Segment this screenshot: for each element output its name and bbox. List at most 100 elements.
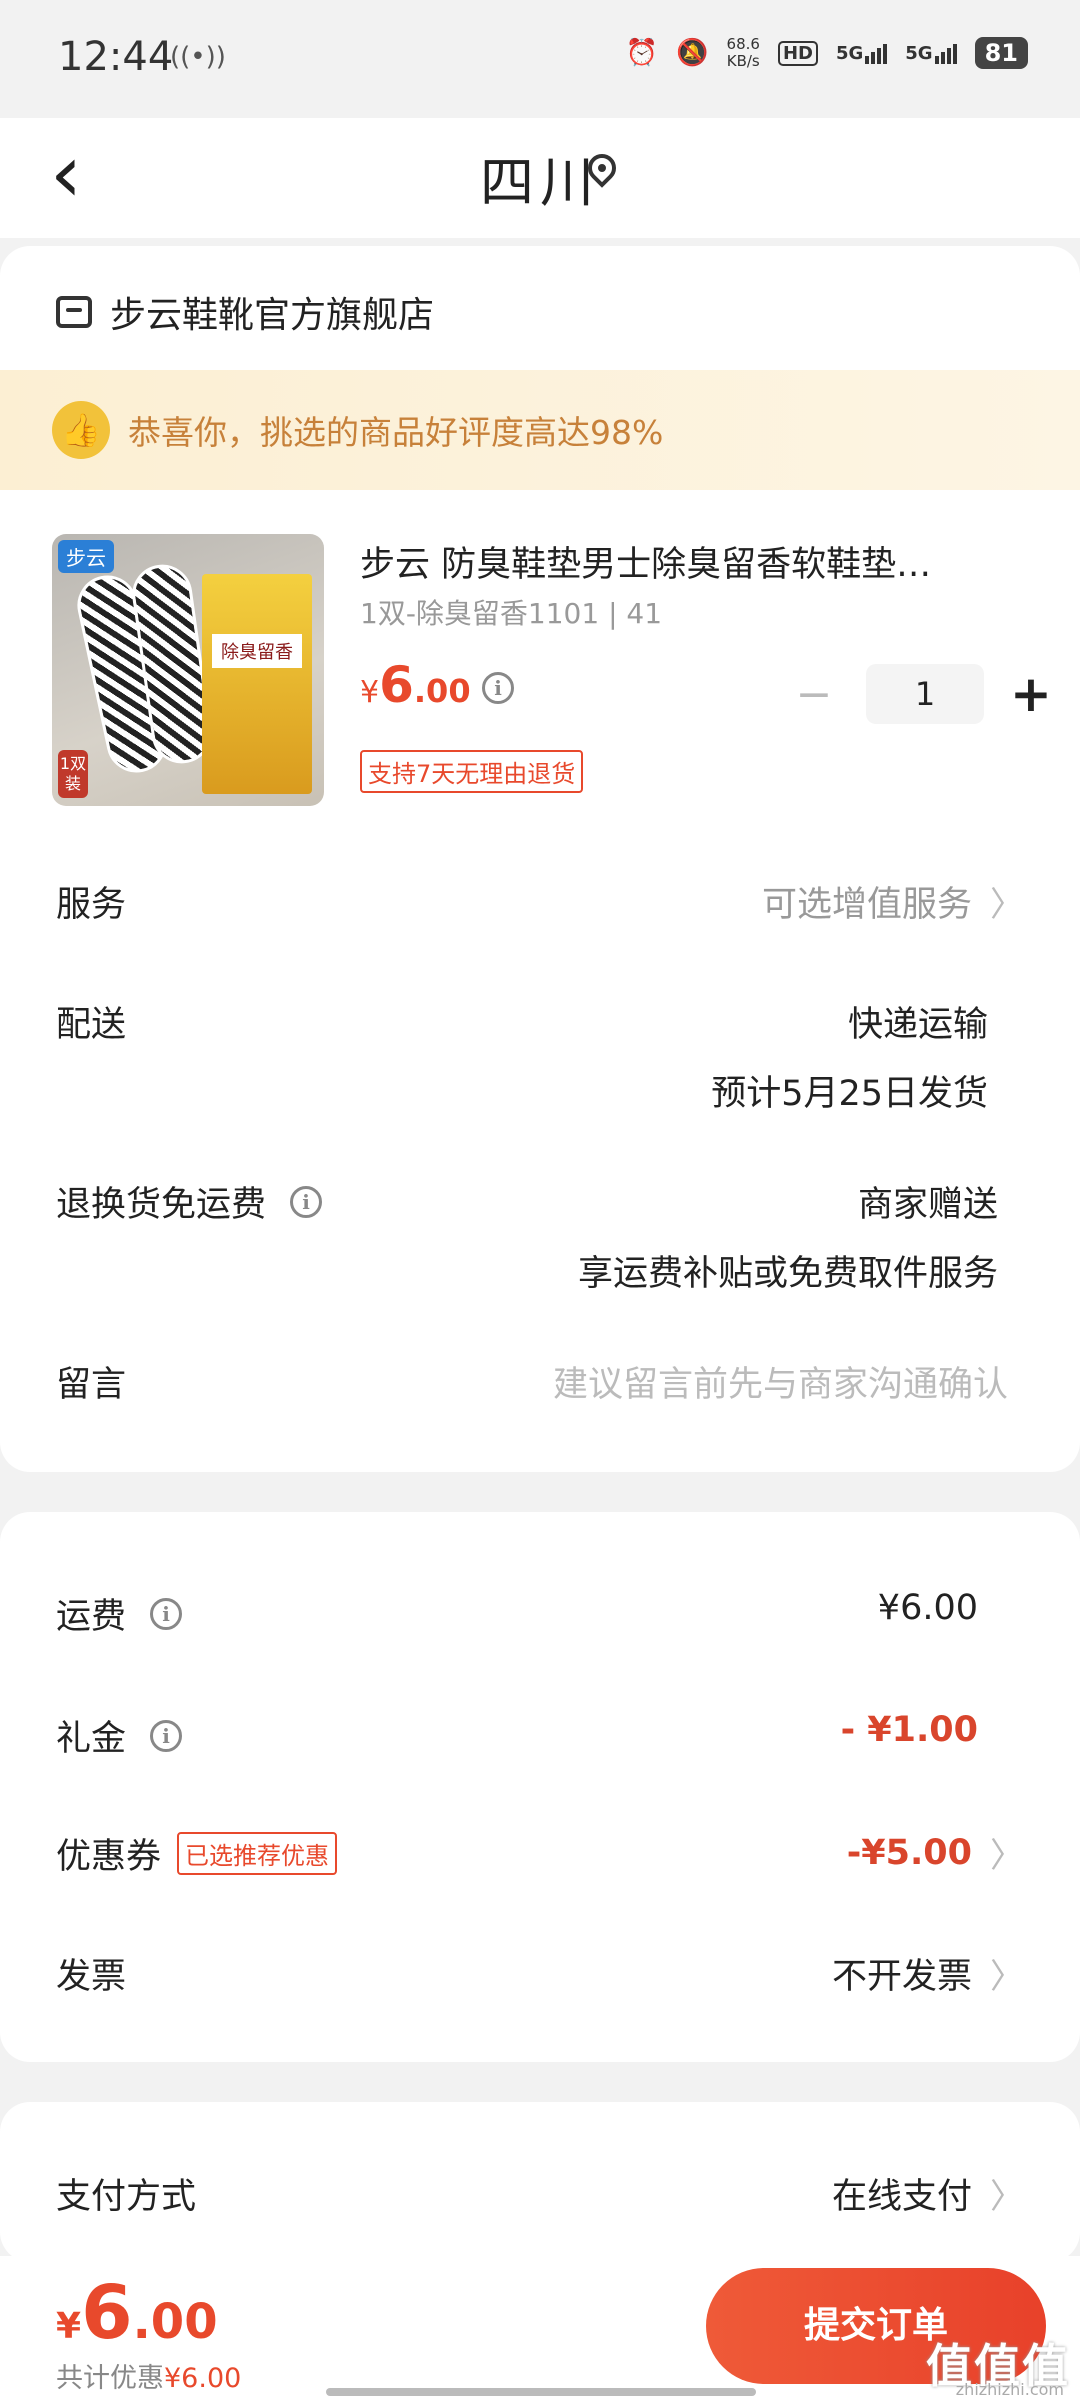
shipping-fee-label-box: 运费 i [56, 1588, 183, 1639]
product-image[interactable]: 除臭留香 步云 1双装 [52, 534, 324, 806]
gift-label: 礼金 [56, 1719, 127, 1759]
return-shipping-label-box: 退换货免运费 i [56, 1176, 323, 1227]
product-box: 除臭留香 [202, 574, 312, 794]
signal-icon-2: 5G [905, 42, 957, 64]
increase-button[interactable]: + [1006, 665, 1056, 723]
quantity-input[interactable]: 1 [866, 664, 984, 724]
coupon-row[interactable]: 优惠券 已选推荐优惠 -¥5.00 〉 [56, 1828, 1024, 1888]
signal-icon-1: 5G [835, 42, 888, 64]
return-shipping-row: 退换货免运费 i 商家赠送 享运费补贴或免费取件服务 [56, 1176, 1024, 1296]
battery-icon: 81 [974, 37, 1028, 69]
service-label: 服务 [56, 885, 127, 925]
mute-icon: 🔕 [676, 38, 709, 68]
delivery-method: 快递运输 [847, 1005, 988, 1045]
gift-row: 礼金 i - ¥1.00 [56, 1710, 1024, 1770]
service-row[interactable]: 服务 可选增值服务〉 [56, 876, 1024, 936]
info-icon[interactable]: i [290, 1185, 323, 1218]
decrease-button[interactable]: − [784, 669, 844, 720]
net-speed-value: 68.6 [726, 35, 760, 53]
status-bar: 12:44 ((•)) ⏰ 🔕 68.6 KB/s HD 5G 5G 81 [0, 0, 1080, 118]
info-icon[interactable]: i [482, 672, 514, 704]
return-shipping-value: 商家赠送 享运费补贴或免费取件服务 [578, 1176, 998, 1296]
delivery-row[interactable]: 配送 快递运输 预计5月25日发货 [56, 996, 1024, 1116]
status-icons: ⏰ 🔕 68.6 KB/s HD 5G 5G 81 [626, 36, 1028, 70]
invoice-value: 不开发票 [831, 1957, 972, 1997]
quantity-stepper: − 1 + [784, 664, 1056, 724]
status-time: 12:44 [58, 34, 174, 80]
net-speed: 68.6 KB/s [727, 36, 760, 70]
chevron-right-icon: 〉 [990, 1836, 1024, 1876]
hd-icon: HD [777, 40, 818, 66]
payment-value-box: 在线支付〉 [832, 2168, 1024, 2219]
sim2-label: 5G [905, 42, 933, 64]
home-indicator[interactable] [326, 2388, 756, 2396]
service-value: 可选增值服务 [761, 885, 972, 925]
page-title[interactable]: 四川 [0, 138, 1080, 217]
invoice-value-box: 不开发票〉 [832, 1948, 1024, 1999]
nav-bar: ‹ 四川 [0, 118, 1080, 238]
note-label: 留言 [56, 1365, 127, 1405]
chevron-right-icon: 〉 [990, 2177, 1024, 2217]
store-icon [56, 296, 92, 328]
sim1-label: 5G [835, 42, 864, 64]
thumbs-up-icon: 👍 [52, 401, 110, 459]
total-price: ¥6.00 [56, 2270, 218, 2356]
delivery-eta: 预计5月25日发货 [711, 1074, 988, 1114]
return-shipping-desc: 享运费补贴或免费取件服务 [577, 1254, 998, 1294]
product-item: 除臭留香 步云 1双装 步云 防臭鞋垫男士除臭留香软鞋垫… 1双-除臭留香110… [52, 534, 1052, 814]
store-name: 步云鞋靴官方旗舰店 [110, 295, 435, 336]
payment-value: 在线支付 [831, 2177, 972, 2217]
product-spec[interactable]: 1双-除臭留香1101 | 41 [360, 592, 662, 632]
praise-banner: 👍 恭喜你，挑选的商品好评度高达98% [0, 370, 1080, 490]
delivery-value: 快递运输 预计5月25日发货 [711, 996, 988, 1116]
product-title[interactable]: 步云 防臭鞋垫男士除臭留香软鞋垫… [360, 536, 1000, 587]
fee-card: 运费 i ¥6.00 礼金 i - ¥1.00 优惠券 已选推荐优惠 -¥5.0… [0, 1512, 1080, 2062]
shipping-fee-label: 运费 [56, 1597, 127, 1637]
product-price: ¥6.00 [360, 656, 471, 714]
chevron-right-icon: 〉 [990, 885, 1024, 925]
info-icon[interactable]: i [150, 1719, 183, 1752]
box-label: 除臭留香 [212, 634, 302, 668]
order-card: 步云鞋靴官方旗舰店 👍 恭喜你，挑选的商品好评度高达98% 除臭留香 步云 1双… [0, 246, 1080, 1472]
alarm-icon: ⏰ [625, 38, 659, 68]
nfc-icon: ((•)) [170, 42, 226, 72]
note-input[interactable]: 建议留言前先与商家沟通确认 [553, 1356, 1008, 1407]
gift-value: - ¥1.00 [840, 1710, 978, 1750]
total-int: 6 [81, 2270, 133, 2356]
price-int: 6 [379, 656, 414, 714]
invoice-row[interactable]: 发票 不开发票〉 [56, 1948, 1024, 2008]
return-shipping-label: 退换货免运费 [56, 1185, 267, 1225]
coupon-value-box: -¥5.00 〉 [847, 1828, 1024, 1877]
payment-label: 支付方式 [56, 2177, 197, 2217]
watermark-url: zhizhizhi.com [955, 2380, 1064, 2399]
note-row[interactable]: 留言 建议留言前先与商家沟通确认 [56, 1356, 1024, 1416]
info-icon[interactable]: i [150, 1597, 183, 1630]
total-currency: ¥ [56, 2306, 82, 2347]
return-badge: 支持7天无理由退货 [360, 750, 584, 793]
price-dec: .00 [413, 672, 471, 710]
payment-row[interactable]: 支付方式 在线支付〉 [56, 2168, 1024, 2228]
price-currency: ¥ [360, 675, 380, 710]
net-speed-unit: KB/s [726, 52, 760, 70]
payment-card: 支付方式 在线支付〉 [0, 2102, 1080, 2262]
total-dec: .00 [132, 2294, 218, 2350]
service-value-box: 可选增值服务〉 [762, 876, 1024, 927]
pair-badge: 1双装 [58, 750, 88, 798]
chevron-right-icon: 〉 [990, 1957, 1024, 1997]
brand-logo: 步云 [58, 540, 114, 573]
store-header[interactable]: 步云鞋靴官方旗舰店 [56, 286, 434, 338]
delivery-label: 配送 [56, 1005, 127, 1045]
coupon-label: 优惠券 [56, 1837, 162, 1877]
coupon-label-box: 优惠券 已选推荐优惠 [56, 1828, 338, 1879]
coupon-tag: 已选推荐优惠 [177, 1832, 338, 1875]
invoice-label: 发票 [56, 1957, 127, 1997]
shipping-fee-value: ¥6.00 [877, 1588, 978, 1628]
discount-total: 共计优惠¥6.00 [56, 2356, 241, 2395]
return-shipping-gift: 商家赠送 [857, 1185, 998, 1225]
gift-label-box: 礼金 i [56, 1710, 183, 1761]
discount-amount: ¥6.00 [164, 2363, 242, 2394]
discount-prefix: 共计优惠 [56, 2363, 164, 2394]
coupon-value: -¥5.00 [846, 1832, 972, 1873]
checkout-bar: ¥6.00 共计优惠¥6.00 提交订单 [0, 2256, 1080, 2400]
praise-text: 恭喜你，挑选的商品好评度高达98% [128, 413, 664, 452]
